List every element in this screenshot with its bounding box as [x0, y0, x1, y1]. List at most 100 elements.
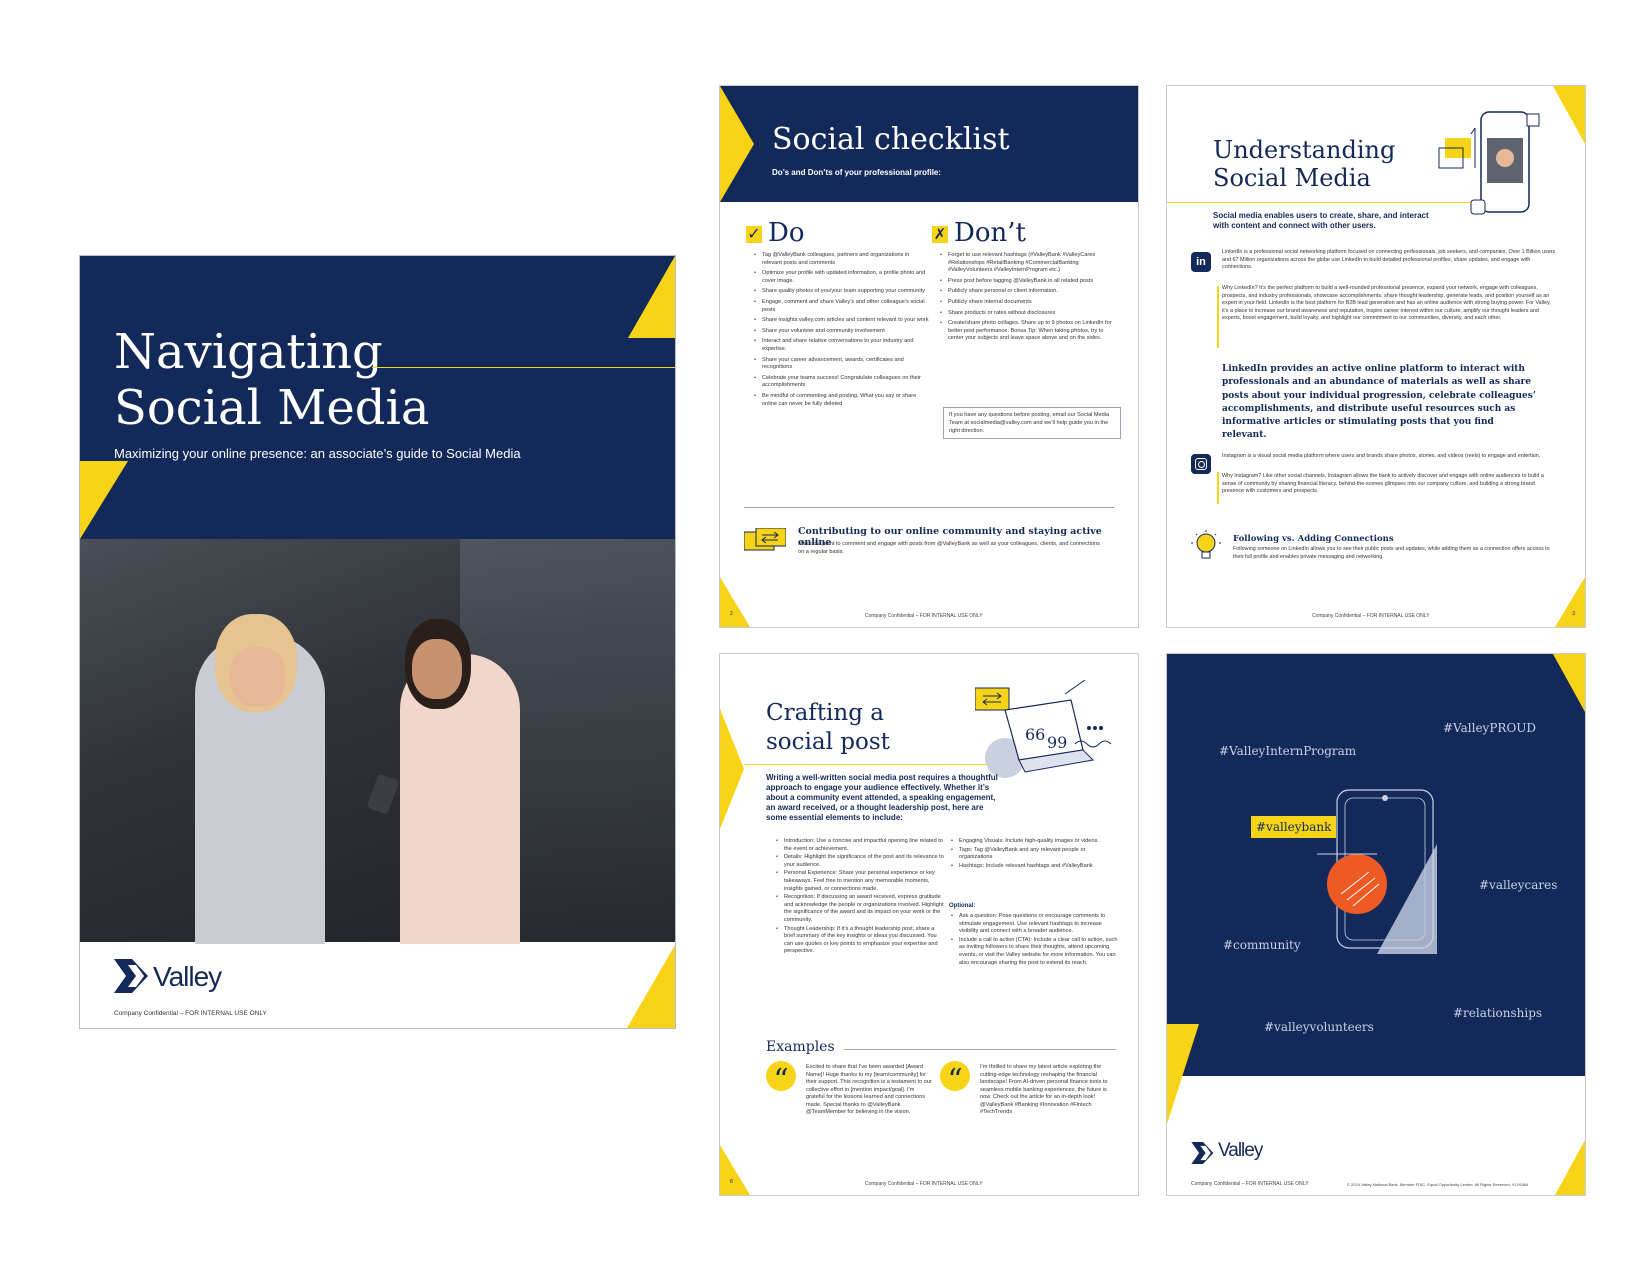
cover-side-triangle: [80, 461, 128, 539]
do-item: Share insights.valley.com articles and c…: [754, 317, 930, 325]
cover-brand: Valley: [153, 961, 222, 992]
valley-logo-icon: [114, 959, 150, 998]
crafting-right-list: Engaging Visuals: Include high-quality i…: [949, 838, 1119, 871]
understanding-bottom-triangle: [1555, 577, 1585, 627]
page-number: 8: [730, 1179, 733, 1185]
dont-item: Create/share photo collages. Share up to…: [940, 320, 1118, 343]
instagram-why: Why Instagram? Like other social channel…: [1222, 473, 1544, 495]
do-item: Optimize your profile with updated infor…: [754, 270, 930, 285]
cover-title-line2: Social Media: [114, 380, 430, 436]
follow-title: Following vs. Adding Connections: [1233, 534, 1394, 544]
crafting-side-triangle: [720, 709, 744, 829]
crafting-item: Tags: Tag @ValleyBank and any relevant p…: [951, 847, 1119, 862]
quote-icon: “: [940, 1061, 970, 1098]
cover-title-line1: Navigating: [114, 324, 383, 380]
laptop-illustration: 66 99: [974, 679, 1115, 785]
do-list: Tag @ValleyBank colleagues, partners and…: [752, 252, 930, 411]
example-1: Excited to share that I’ve been awarded …: [806, 1064, 932, 1115]
instagram-icon: [1191, 454, 1211, 474]
examples-rule: [844, 1049, 1116, 1050]
hashtag: #relationships: [1453, 1006, 1543, 1020]
crafting-item: Hashtags: Include relevant hashtags and …: [951, 863, 1119, 871]
instagram-why-bar: [1217, 472, 1219, 504]
do-heading: Do: [768, 218, 805, 248]
hashtag-highlight: #valleybank: [1251, 816, 1337, 838]
examples-heading: Examples: [766, 1039, 835, 1055]
back-side-triangle: [1167, 1024, 1199, 1124]
back-page: #ValleyInternProgram #ValleyPROUD #valle…: [1166, 653, 1586, 1196]
callout-rule: [744, 507, 1114, 508]
back-footer: Company Confidential – FOR INTERNAL USE …: [1191, 1181, 1309, 1187]
crafting-footer: Company Confidential – FOR INTERNAL USE …: [865, 1181, 983, 1187]
dont-item: Forget to use relevant hashtags (#Valley…: [940, 252, 1118, 275]
crafting-item: Engaging Visuals: Include high-quality i…: [951, 838, 1119, 846]
cover-photo: [80, 539, 675, 944]
back-brand: Valley: [1218, 1140, 1263, 1161]
page-number: 3: [1572, 611, 1575, 617]
valley-logo-icon: [1191, 1142, 1215, 1169]
dont-item: Press post before tagging @ValleyBank in…: [940, 278, 1118, 286]
back-legal: © 2024 Valley National Bank. Member FDIC…: [1347, 1182, 1529, 1187]
hashtag: #valleycares: [1479, 878, 1558, 892]
crafting-item: Introduction: Use a concise and impactfu…: [776, 838, 946, 853]
phone-graphic: [1317, 784, 1447, 964]
dont-heading: Don’t: [954, 218, 1026, 248]
linkedin-why-bar: [1217, 286, 1219, 348]
chat-arrows-icon: [743, 527, 787, 563]
svg-text:99: 99: [1047, 733, 1067, 752]
back-bottom-triangle: [1555, 1140, 1585, 1195]
hashtag: #community: [1223, 938, 1301, 952]
do-item: Share quality photos of you/your team su…: [754, 288, 930, 296]
do-item: Be mindful of commenting and posting. Wh…: [754, 393, 930, 408]
callout-text: Make it a point to comment and engage wi…: [798, 541, 1100, 555]
hashtag: #ValleyInternProgram: [1219, 744, 1357, 758]
cover-footer: Company Confidential – FOR INTERNAL USE …: [114, 1010, 267, 1017]
lightbulb-icon: [1189, 529, 1223, 568]
hashtag: #valleybank: [1256, 820, 1332, 834]
crafting-title-line1: Crafting a: [766, 700, 884, 726]
crafting-page: Crafting a social post 66 99 Writing a w…: [719, 653, 1139, 1196]
crafting-item: Ask a question: Pose questions or encour…: [951, 913, 1119, 936]
crafting-item: Personal Experience: Share your personal…: [776, 870, 946, 893]
linkedin-why: Why LinkedIn? It’s the perfect platform …: [1222, 285, 1551, 322]
do-item: Share your career advancement, awards, c…: [754, 357, 930, 372]
page-number: 2: [730, 611, 733, 617]
crafting-rule: [744, 764, 1004, 765]
crafting-item: Include a call to action (CTA): Include …: [951, 937, 1119, 967]
back-corner-triangle: [1553, 654, 1585, 712]
hashtag: #valleyvolunteers: [1264, 1020, 1374, 1034]
crafting-item: Details: Highlight the significance of t…: [776, 854, 946, 869]
follow-text: Following someone on LinkedIn allows you…: [1233, 546, 1550, 560]
dont-item: Publicly share internal documents: [940, 299, 1118, 307]
linkedin-quote: LinkedIn provides an active online platf…: [1222, 364, 1536, 441]
cover-bottom-triangle: [627, 945, 675, 1028]
crafting-item: Thought Leadership: If it’s a thought le…: [776, 926, 946, 956]
crafting-intro: Writing a well-written social media post…: [766, 773, 998, 822]
do-check-icon: ✓: [746, 226, 762, 243]
checklist-bottom-triangle: [720, 577, 750, 627]
crafting-title-line2: social post: [766, 729, 890, 755]
quote-icon: “: [766, 1061, 796, 1098]
linkedin-text: LinkedIn is a professional social networ…: [1222, 249, 1556, 271]
cover-title-rule: [372, 367, 675, 368]
understanding-corner-triangle: [1553, 86, 1585, 144]
linkedin-icon: in: [1191, 252, 1211, 272]
cover-page: Navigating Social Media Maximizing your …: [79, 255, 676, 1029]
checklist-title: Social checklist: [772, 122, 1010, 157]
cover-corner-triangle: [628, 256, 675, 338]
crafting-left-list: Introduction: Use a concise and impactfu…: [774, 838, 946, 957]
svg-text:66: 66: [1025, 725, 1045, 744]
checklist-header-triangle: [720, 86, 754, 202]
crafting-item: Recognition: If discussing an award rece…: [776, 894, 946, 924]
hashtag: #ValleyPROUD: [1443, 721, 1537, 735]
example-2: I’m thrilled to share my latest article …: [980, 1064, 1108, 1115]
do-item: Share your volunteer and community invol…: [754, 328, 930, 336]
instagram-text: Instagram is a visual social media platf…: [1222, 453, 1541, 459]
do-item: Interact and share relative conversation…: [754, 338, 930, 353]
optional-label: Optional:: [949, 903, 976, 909]
do-item: Tag @ValleyBank colleagues, partners and…: [754, 252, 930, 267]
understanding-footer: Company Confidential – FOR INTERNAL USE …: [1312, 613, 1430, 619]
phone-illustration: [1435, 108, 1553, 223]
cover-subtitle: Maximizing your online presence: an asso…: [114, 446, 521, 461]
dont-x-icon: ✗: [932, 226, 948, 243]
